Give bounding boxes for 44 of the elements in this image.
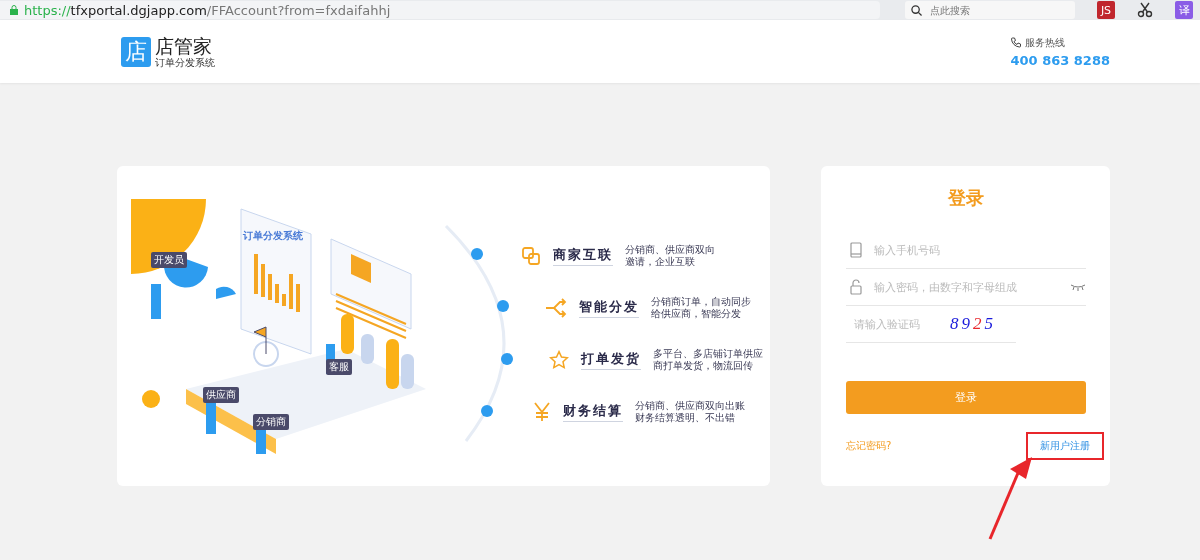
lock-icon [10, 5, 18, 15]
address-bar[interactable]: https://tfxportal.dgjapp.com/FFAccount?from=fxdaifahhj [0, 1, 880, 19]
phone-icon [1010, 36, 1023, 49]
logo-name: 店管家 [155, 34, 213, 57]
feature-description: 给供应商，智能分发 [651, 308, 742, 320]
extension-button[interactable]: JS [1097, 1, 1115, 19]
role-tag: 分销商 [253, 414, 289, 430]
feature-description: 分销商订单，自动同步 [651, 296, 751, 308]
feature-description: 邀请，企业互联 [625, 256, 696, 268]
search-icon [911, 4, 922, 16]
url-text: https://tfxportal.dgjapp.com/FFAccount?from=fxdaifahhj [24, 2, 391, 18]
scissors-icon[interactable] [1137, 2, 1153, 18]
feature-description: 商打单发货，物流回传 [653, 360, 754, 372]
board-title: 订单分发系统 [243, 229, 303, 243]
feature-title: 财务结算 [563, 402, 623, 422]
linked-squares-icon [521, 246, 541, 266]
feature-description: 分销商、供应商双向出账 [635, 400, 745, 412]
closed-eye-icon[interactable] [1070, 283, 1086, 291]
logo-mark: 店 [121, 36, 151, 67]
logo-tagline: 订单分发系统 [155, 56, 215, 69]
feature-title: 智能分发 [579, 298, 639, 318]
yen-icon [533, 402, 551, 422]
login-title: 登录 [947, 186, 985, 210]
role-tag: 客服 [326, 359, 352, 375]
hotline-number: 400 863 8288 [1010, 52, 1110, 68]
password-field[interactable]: 输入密码，由数字和字母组成 [872, 279, 1060, 295]
search-field[interactable]: 点此搜索 [928, 3, 1062, 17]
feature-description: 多平台、多店铺订单供应 [653, 348, 763, 360]
feature-description: 财务结算透明、不出错 [635, 412, 736, 424]
star-icon [549, 350, 569, 370]
forgot-password-link[interactable]: 忘记密码? [846, 439, 892, 453]
translate-button[interactable]: 译 [1175, 1, 1193, 19]
hotline-label: 服务热线 [1025, 35, 1066, 50]
search-box[interactable]: 点此搜索 [905, 1, 1075, 19]
role-tag: 供应商 [203, 387, 239, 403]
feature-title: 商家互联 [553, 246, 613, 266]
feature-description: 分销商、供应商双向 [625, 244, 715, 256]
feature-title: 打单发货 [581, 350, 641, 370]
lock-icon [850, 279, 862, 295]
captcha-image[interactable]: 8925 [950, 314, 996, 334]
branch-arrows-icon [545, 298, 567, 318]
phone-icon [850, 242, 862, 258]
register-link[interactable]: 新用户注册 [1026, 432, 1104, 460]
role-tag: 开发员 [151, 252, 187, 268]
